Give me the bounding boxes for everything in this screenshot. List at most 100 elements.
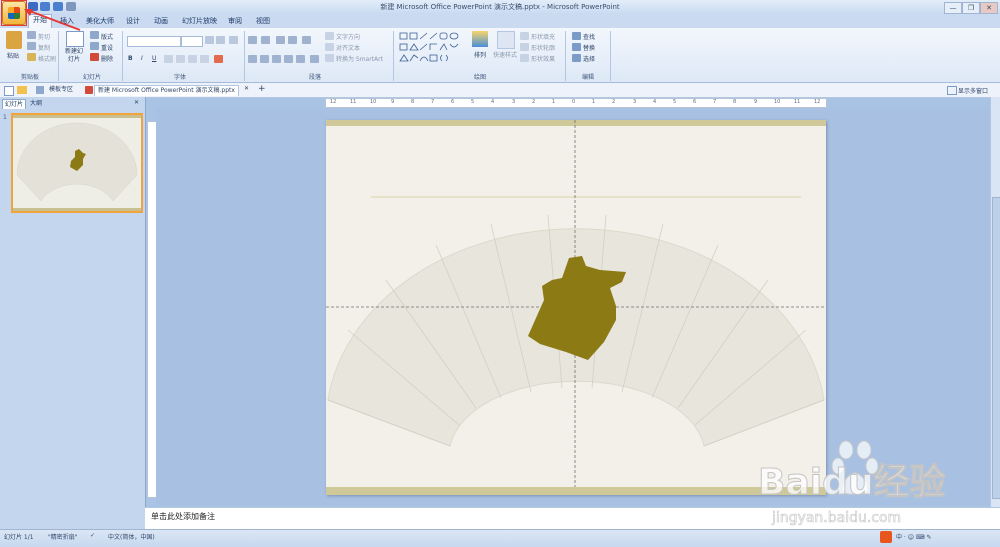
spellcheck-icon[interactable]: ✓ [90, 532, 95, 539]
find-icon[interactable] [572, 32, 581, 40]
ruler-label: 6 [451, 99, 455, 105]
slide-canvas[interactable] [326, 120, 826, 495]
select-button[interactable]: 选择 [583, 54, 595, 63]
scrollbar-thumb[interactable] [992, 197, 1000, 499]
ruler-label: 9 [391, 99, 395, 105]
document-tab[interactable]: 新建 Microsoft Office PowerPoint 演示文稿.pptx [94, 85, 239, 96]
shape-outline-icon[interactable] [520, 43, 529, 51]
shape-effects-button[interactable]: 形状效果 [531, 54, 555, 63]
new-file-icon[interactable] [4, 86, 14, 96]
char-spacing-icon[interactable] [188, 55, 197, 63]
home-icon[interactable] [36, 86, 44, 94]
tab-slideshow[interactable]: 幻灯片放映 [178, 16, 221, 27]
new-slide-button[interactable]: 新建幻灯片 [63, 48, 85, 64]
font-size-combo[interactable] [181, 36, 203, 47]
multi-window-button[interactable]: 显示多窗口 [958, 86, 988, 95]
grow-font-icon[interactable] [205, 36, 214, 44]
close-button[interactable]: ✕ [980, 2, 998, 14]
shape-fill-button[interactable]: 形状填充 [531, 32, 555, 41]
minimize-button[interactable]: — [944, 2, 962, 14]
arrange-icon[interactable] [472, 31, 488, 47]
format-painter-icon[interactable] [27, 53, 36, 61]
ruler-label: 8 [411, 99, 415, 105]
tab-close-icon[interactable]: ✕ [244, 85, 249, 92]
decrease-indent-icon[interactable] [276, 36, 285, 44]
font-color-icon[interactable] [214, 55, 223, 63]
quick-styles-button[interactable]: 快速样式 [493, 50, 517, 59]
convert-smartart-button[interactable]: 转换为 SmartArt [336, 54, 383, 63]
font-name-combo[interactable] [127, 36, 181, 47]
paste-label[interactable]: 粘贴 [7, 51, 19, 60]
replace-button[interactable]: 替换 [583, 43, 595, 52]
select-icon[interactable] [572, 54, 581, 62]
shrink-font-icon[interactable] [216, 36, 225, 44]
shape-effects-icon[interactable] [520, 54, 529, 62]
shape-outline-button[interactable]: 形状轮廓 [531, 43, 555, 52]
align-left-icon[interactable] [248, 55, 257, 63]
align-right-icon[interactable] [272, 55, 281, 63]
tab-review[interactable]: 审阅 [224, 16, 246, 27]
open-folder-icon[interactable] [17, 86, 27, 94]
powerpoint-file-icon [85, 86, 93, 94]
find-button[interactable]: 查找 [583, 32, 595, 41]
tab-beautify[interactable]: 美化大师 [82, 16, 118, 27]
panel-close-icon[interactable]: ✕ [134, 99, 139, 106]
tab-view[interactable]: 视图 [252, 16, 274, 27]
sogou-ime-icon[interactable] [880, 531, 892, 543]
slide-thumbnail[interactable] [11, 113, 143, 213]
align-center-icon[interactable] [260, 55, 269, 63]
align-text-icon[interactable] [325, 43, 334, 51]
distributed-icon[interactable] [296, 55, 305, 63]
text-direction-icon[interactable] [325, 32, 334, 40]
language-status[interactable]: 中文(简体，中国) [108, 532, 155, 541]
columns-icon[interactable] [310, 55, 319, 63]
layout-icon[interactable] [90, 31, 99, 39]
format-painter-button[interactable]: 格式刷 [38, 54, 56, 63]
delete-icon[interactable] [90, 53, 99, 61]
increase-indent-icon[interactable] [288, 36, 297, 44]
bullets-icon[interactable] [248, 36, 257, 44]
quick-styles-icon[interactable] [497, 31, 515, 49]
notes-placeholder[interactable]: 单击此处添加备注 [151, 511, 215, 522]
copy-button[interactable]: 复制 [38, 43, 50, 52]
italic-icon[interactable]: I [141, 55, 143, 62]
reset-icon[interactable] [90, 42, 99, 50]
shadow-icon[interactable] [176, 55, 185, 63]
underline-icon[interactable]: U [152, 55, 156, 62]
reset-button[interactable]: 重设 [101, 43, 113, 52]
paste-icon[interactable] [6, 31, 22, 49]
smartart-icon[interactable] [325, 54, 334, 62]
layout-button[interactable]: 版式 [101, 32, 113, 41]
vertical-scrollbar[interactable] [990, 97, 1000, 507]
tab-outline[interactable]: 大纲 [28, 99, 44, 108]
replace-icon[interactable] [572, 43, 581, 51]
line-spacing-icon[interactable] [302, 36, 311, 44]
add-tab-button[interactable]: + [258, 84, 266, 94]
bold-icon[interactable]: B [128, 55, 133, 62]
shapes-gallery[interactable] [398, 31, 468, 65]
template-zone-tab[interactable]: 模板专区 [46, 85, 76, 95]
clear-format-icon[interactable] [229, 36, 238, 44]
tab-design[interactable]: 设计 [122, 16, 144, 27]
strikethrough-icon[interactable] [164, 55, 173, 63]
tab-slides[interactable]: 幻灯片 [2, 99, 27, 109]
justify-icon[interactable] [284, 55, 293, 63]
arrange-button[interactable]: 排列 [474, 50, 486, 59]
align-text-button[interactable]: 对齐文本 [336, 43, 360, 52]
ruler-label: 7 [431, 99, 435, 105]
copy-icon[interactable] [27, 42, 36, 50]
ruler-label: 11 [350, 99, 357, 105]
text-direction-button[interactable]: 文字方向 [336, 32, 360, 41]
multi-window-icon[interactable] [947, 86, 957, 95]
maximize-button[interactable]: ❐ [962, 2, 980, 14]
numbering-icon[interactable] [261, 36, 270, 44]
tab-animation[interactable]: 动画 [150, 16, 172, 27]
delete-button[interactable]: 删除 [101, 54, 113, 63]
tray-icons[interactable]: 中 · ☺ ⌨ ✎ [896, 532, 931, 541]
group-separator [244, 31, 245, 81]
change-case-icon[interactable] [200, 55, 209, 63]
slides-group-label: 幻灯片 [82, 74, 101, 81]
shape-fill-icon[interactable] [520, 32, 529, 40]
group-separator [122, 31, 123, 81]
ruler-label: 3 [512, 99, 516, 105]
